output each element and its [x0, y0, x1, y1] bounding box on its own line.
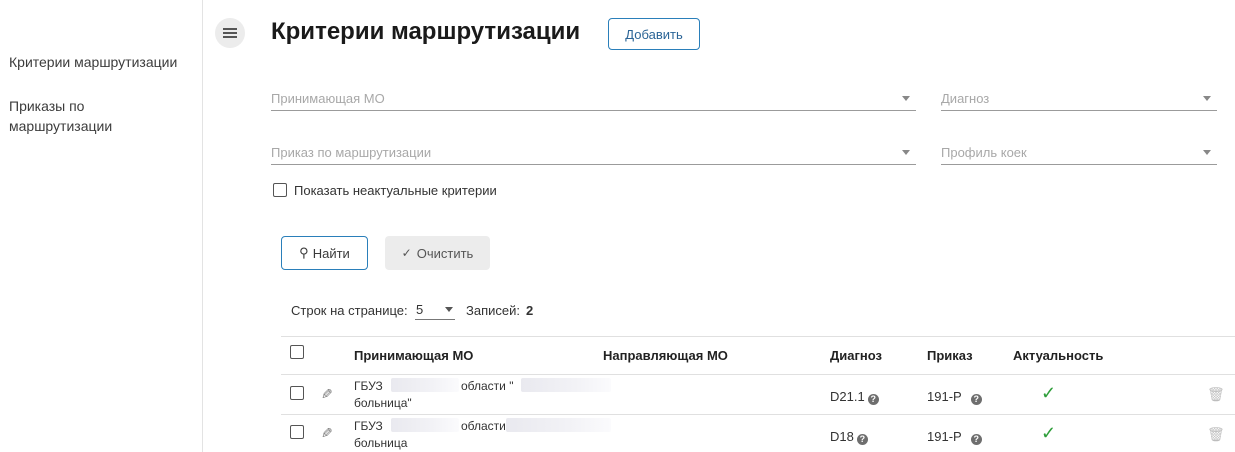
- receiving-mo-line2: больница": [354, 396, 412, 410]
- menu-icon-line: [223, 36, 237, 38]
- order-value: 191-Р: [927, 429, 962, 444]
- receiving-mo-prefix: ГБУЗ: [354, 379, 383, 393]
- chevron-down-icon: [445, 307, 453, 312]
- show-inactive-label: Показать неактуальные критерии: [294, 183, 497, 198]
- broom-icon: ✓: [401, 246, 412, 260]
- select-all-checkbox[interactable]: [290, 345, 304, 359]
- row-checkbox[interactable]: [290, 386, 304, 400]
- rows-per-page-value: 5: [416, 302, 424, 317]
- redacted-text: [391, 418, 459, 432]
- order-value: 191-Р: [927, 389, 962, 404]
- sidebar-item-routing-orders[interactable]: Приказы по маршрутизации: [9, 96, 112, 136]
- sidebar-item-routing-criteria[interactable]: Критерии маршрутизации: [9, 52, 177, 72]
- show-inactive-checkbox[interactable]: [273, 183, 287, 197]
- page-title: Критерии маршрутизации: [271, 18, 581, 45]
- menu-toggle-button[interactable]: [215, 18, 245, 48]
- routing-order-select[interactable]: Приказ по маршрутизации: [271, 143, 916, 165]
- menu-icon-line: [223, 28, 237, 30]
- redacted-text: [391, 378, 459, 392]
- diagnosis-placeholder: Диагноз: [941, 91, 990, 106]
- table-row: ✎ ГБУЗ области больница D18? 191-Р? ✓ 🗑: [281, 415, 1235, 452]
- order-cell: 191-Р?: [927, 429, 982, 445]
- order-cell: 191-Р?: [927, 389, 982, 405]
- edit-pencil-icon[interactable]: ✎: [321, 425, 333, 442]
- receiving-mo-line2: больница: [354, 436, 408, 450]
- table-top-divider: [281, 336, 1235, 337]
- column-header-receiving-mo[interactable]: Принимающая МО: [354, 348, 473, 363]
- redacted-text: [521, 378, 611, 392]
- column-header-order[interactable]: Приказ: [927, 348, 973, 363]
- redacted-text: [506, 418, 611, 432]
- help-icon[interactable]: ?: [856, 434, 868, 445]
- receiving-mo-prefix: ГБУЗ: [354, 419, 383, 433]
- help-icon[interactable]: ?: [970, 434, 982, 445]
- sidebar: Критерии маршрутизации Приказы по маршру…: [0, 0, 203, 452]
- receiving-mo-region: области: [461, 419, 506, 433]
- clear-button-label: Очистить: [416, 245, 474, 261]
- chevron-down-icon: [902, 96, 910, 101]
- help-icon[interactable]: ?: [867, 394, 879, 405]
- receiving-mo-placeholder: Принимающая МО: [271, 91, 385, 106]
- column-header-relevance[interactable]: Актуальность: [1013, 348, 1103, 363]
- help-icon[interactable]: ?: [970, 394, 982, 405]
- diagnosis-value: D21.1: [830, 389, 865, 404]
- column-header-sending-mo[interactable]: Направляющая МО: [603, 348, 728, 363]
- chevron-down-icon: [1203, 96, 1211, 101]
- trash-icon[interactable]: 🗑: [1207, 386, 1225, 403]
- find-button[interactable]: ⚲ Найти: [281, 236, 368, 270]
- row-checkbox[interactable]: [290, 425, 304, 439]
- table-row: ✎ ГБУЗ области " больница" D21.1? 191-Р?…: [281, 375, 1235, 414]
- bed-profile-select[interactable]: Профиль коек: [941, 143, 1217, 165]
- diagnosis-cell: D21.1?: [830, 389, 879, 405]
- check-icon: ✓: [1041, 423, 1057, 443]
- bed-profile-placeholder: Профиль коек: [941, 145, 1027, 160]
- check-icon: ✓: [1041, 383, 1057, 403]
- receiving-mo-region: области ": [461, 379, 514, 393]
- diagnosis-value: D18: [830, 429, 854, 444]
- add-button[interactable]: Добавить: [608, 18, 700, 50]
- find-button-label: Найти: [312, 245, 350, 261]
- menu-icon-line: [223, 32, 237, 34]
- receiving-mo-select[interactable]: Принимающая МО: [271, 89, 916, 111]
- search-icon: ⚲: [299, 245, 309, 260]
- clear-button[interactable]: ✓ Очистить: [385, 236, 490, 270]
- diagnosis-select[interactable]: Диагноз: [941, 89, 1217, 111]
- diagnosis-cell: D18?: [830, 429, 868, 445]
- chevron-down-icon: [1203, 150, 1211, 155]
- chevron-down-icon: [902, 150, 910, 155]
- edit-pencil-icon[interactable]: ✎: [321, 386, 333, 403]
- routing-order-placeholder: Приказ по маршрутизации: [271, 145, 432, 160]
- records-count: 2: [526, 303, 534, 318]
- records-label: Записей:: [466, 303, 520, 318]
- rows-per-page-select[interactable]: 5: [415, 299, 455, 320]
- column-header-diagnosis[interactable]: Диагноз: [830, 348, 882, 363]
- trash-icon[interactable]: 🗑: [1207, 426, 1225, 443]
- rows-per-page-label: Строк на странице:: [291, 303, 408, 318]
